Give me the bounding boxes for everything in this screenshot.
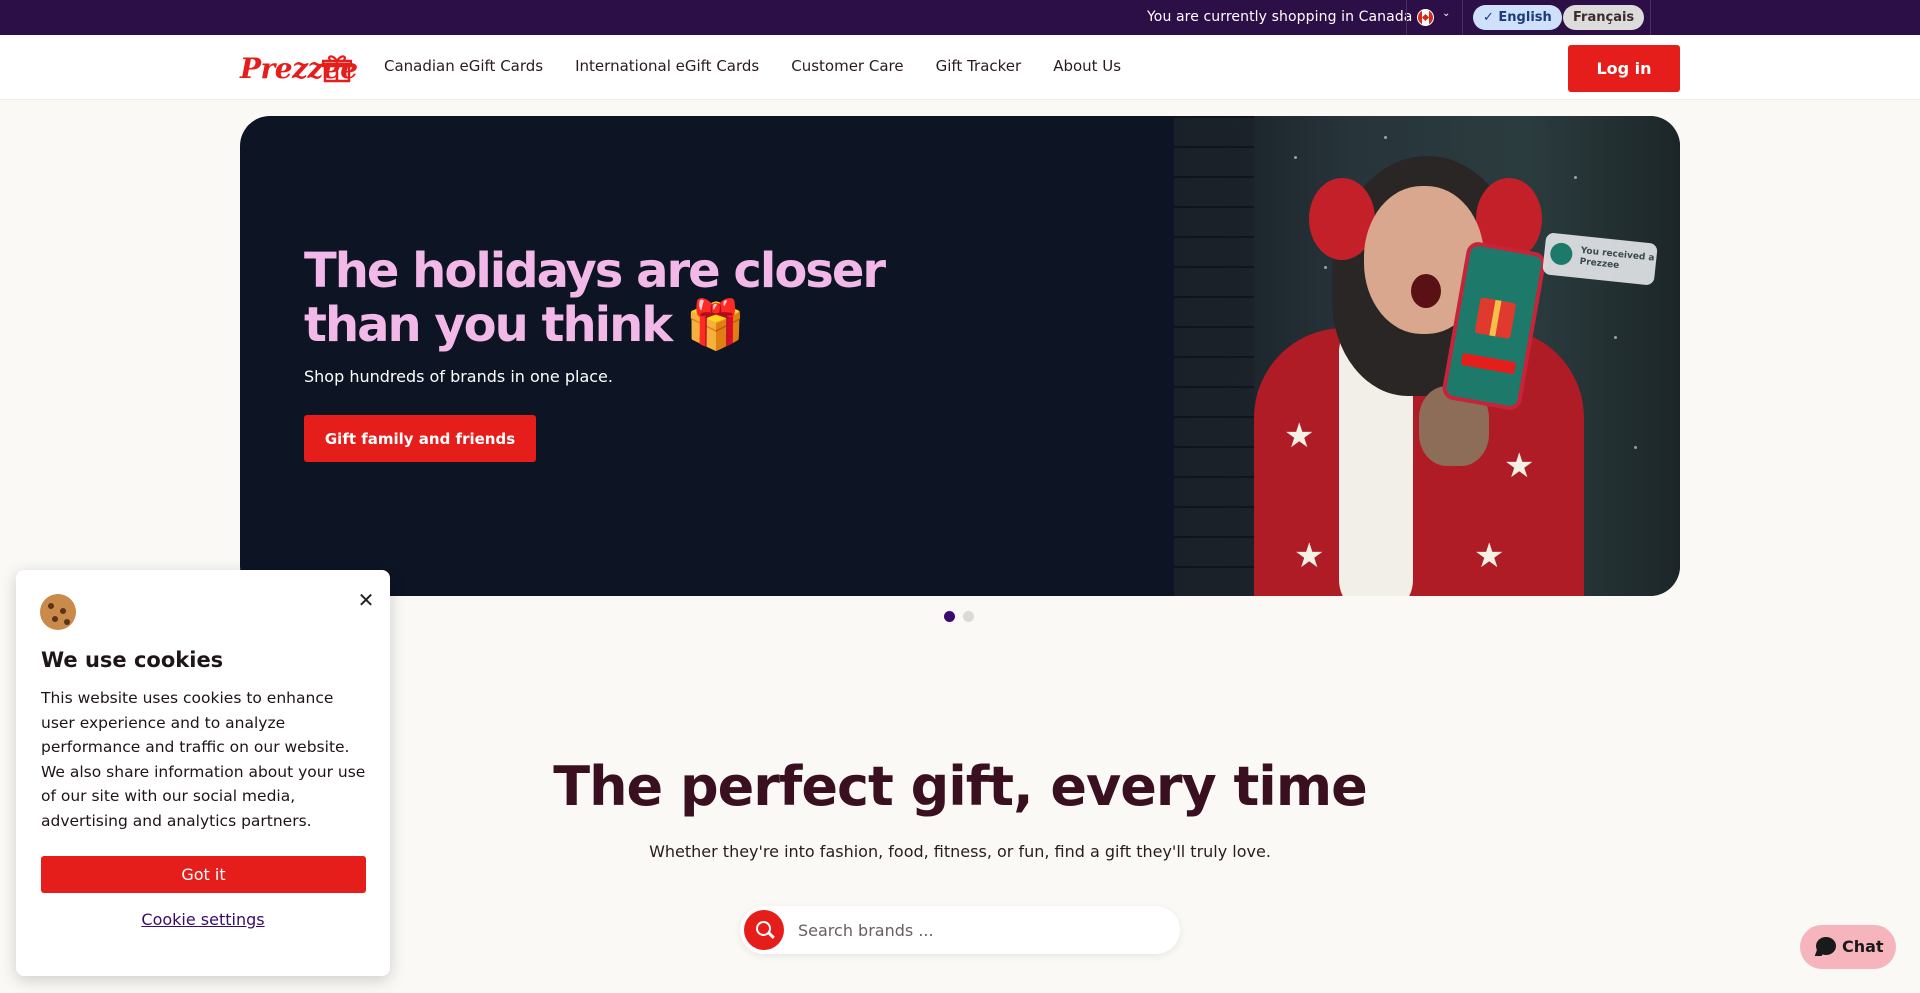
cookie-title: We use cookies (41, 648, 224, 672)
brand-search (740, 906, 1180, 954)
shopping-location-text: You are currently shopping in Canada (1147, 9, 1413, 25)
hero-subtitle: Shop hundreds of brands in one place. (304, 367, 613, 386)
cookie-banner: ✕ We use cookies This website uses cooki… (16, 570, 390, 976)
search-input[interactable] (798, 918, 1158, 942)
main-nav: Canadian eGift Cards International eGift… (384, 57, 1121, 75)
canada-flag-icon[interactable] (1417, 9, 1434, 26)
login-button[interactable]: Log in (1568, 45, 1680, 92)
hero-banner: The holidays are closer than you think 🎁… (240, 116, 1680, 596)
language-english-label: English (1498, 10, 1552, 25)
hero-title: The holidays are closer than you think 🎁 (304, 243, 886, 353)
divider (1406, 0, 1407, 35)
nav-gift-tracker[interactable]: Gift Tracker (936, 57, 1022, 75)
cookie-body: This website uses cookies to enhance use… (41, 689, 366, 830)
notification-text: You received a Prezzee (1579, 245, 1655, 272)
carousel-dots (944, 611, 974, 622)
cookie-icon (40, 594, 76, 630)
divider (1650, 0, 1651, 35)
gift-logo-icon (322, 55, 352, 83)
carousel-dot-1[interactable] (944, 611, 955, 622)
gift-icon (1474, 297, 1517, 339)
carousel-dot-2[interactable] (963, 611, 974, 622)
language-french-button[interactable]: Français (1563, 5, 1645, 30)
nav-international-egift-cards[interactable]: International eGift Cards (575, 57, 759, 75)
site-header: Prezzee Canadian eGift Cards Internation… (0, 35, 1920, 100)
brick-wall (1174, 116, 1254, 596)
search-icon[interactable] (744, 910, 784, 950)
divider (1462, 0, 1463, 35)
language-french-label: Français (1573, 10, 1635, 25)
chevron-down-icon[interactable]: ⌄ (1442, 8, 1450, 19)
nav-about-us[interactable]: About Us (1053, 57, 1121, 75)
hero-photo: ★ ★ ★ ★ You received a Prezzee (1174, 116, 1680, 596)
chat-bubble-icon (1816, 937, 1836, 955)
nav-customer-care[interactable]: Customer Care (791, 57, 903, 75)
top-bar: You are currently shopping in Canada ⌄ ✓… (0, 0, 1920, 35)
chat-button[interactable]: Chat (1800, 925, 1896, 969)
nav-canadian-egift-cards[interactable]: Canadian eGift Cards (384, 57, 543, 75)
cookie-settings-link[interactable]: Cookie settings (16, 910, 390, 929)
accept-cookies-button[interactable]: Got it (41, 856, 366, 893)
close-icon[interactable]: ✕ (356, 590, 376, 610)
notification-card: You received a Prezzee (1542, 232, 1658, 286)
language-english-button[interactable]: ✓ English (1473, 5, 1562, 30)
bell-icon (1549, 241, 1574, 267)
checkmark-icon: ✓ (1483, 10, 1499, 25)
gift-family-button[interactable]: Gift family and friends (304, 415, 536, 462)
chat-label: Chat (1842, 937, 1884, 956)
